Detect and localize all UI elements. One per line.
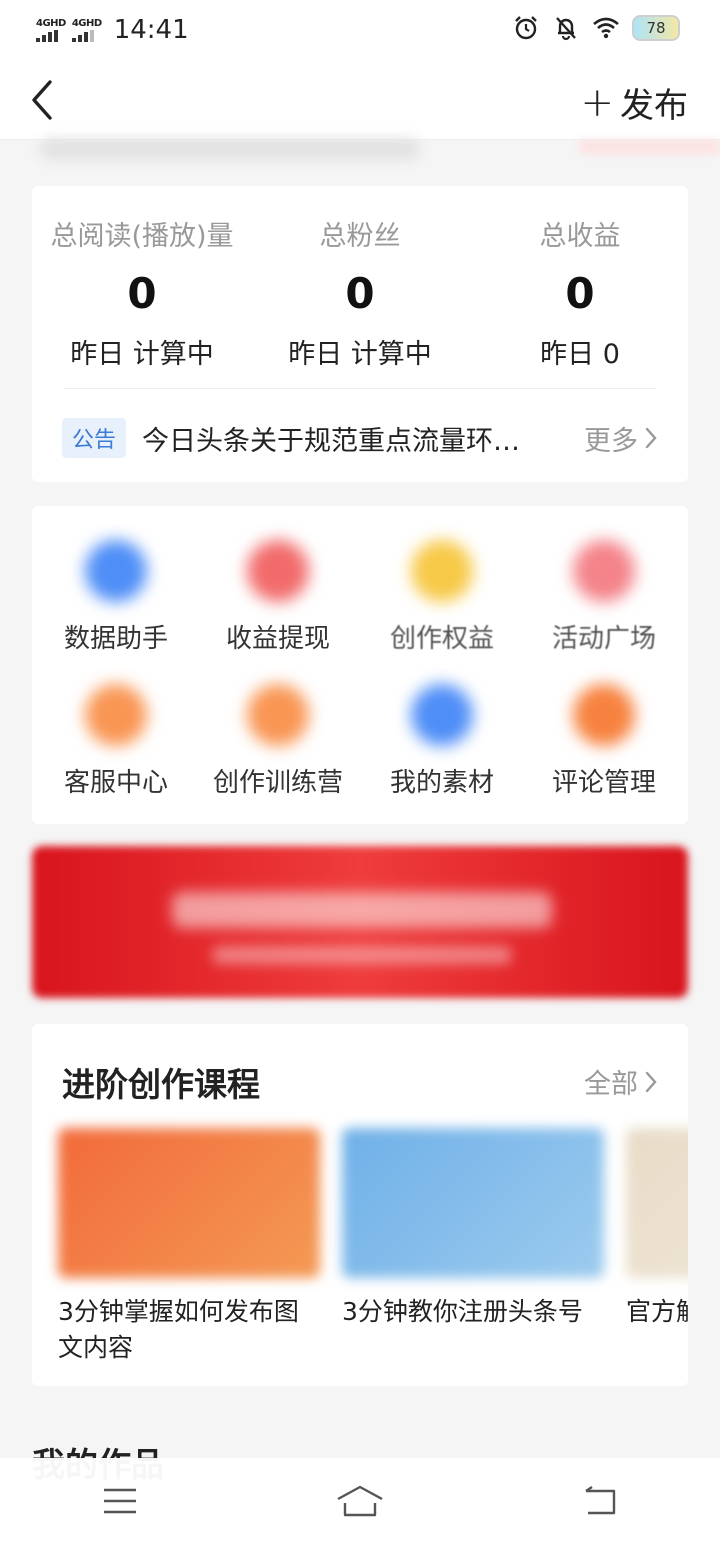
materials-icon bbox=[411, 684, 473, 746]
blurred-header-strip bbox=[40, 138, 420, 160]
return-icon bbox=[585, 1486, 616, 1515]
course-card[interactable]: 官方解读 获得头 bbox=[626, 1128, 688, 1330]
wifi-icon bbox=[593, 17, 619, 39]
system-nav-bar bbox=[0, 1458, 720, 1544]
announcement-tag: 公告 bbox=[62, 418, 127, 458]
course-thumbnail bbox=[626, 1128, 688, 1278]
announcement-text: 今日头条关于规范重点流量环… bbox=[142, 425, 521, 457]
signal-1-icon: 4GHD bbox=[36, 18, 66, 42]
home-icon bbox=[337, 1485, 383, 1517]
stat-sub: 昨日 0 bbox=[540, 339, 620, 370]
all-label: 全部 bbox=[584, 1069, 638, 1100]
stat-total-fans[interactable]: 总粉丝 0 昨日 计算中 bbox=[250, 214, 470, 371]
tool-label: 收益提现 bbox=[225, 624, 330, 654]
clock: 14:41 bbox=[113, 15, 189, 45]
publish-button[interactable]: + 发布 bbox=[580, 78, 688, 127]
signal-2-icon: 4GHD bbox=[71, 18, 102, 42]
publish-label: 发布 bbox=[620, 86, 688, 126]
activity-icon bbox=[573, 540, 635, 602]
tool-label: 创作训练营 bbox=[212, 768, 343, 798]
announcement-more-link[interactable]: 更多 bbox=[584, 419, 658, 458]
home-button[interactable] bbox=[330, 1471, 390, 1531]
course-title: 3分钟教你注册头条号 bbox=[342, 1297, 583, 1326]
stat-label: 总收益 bbox=[539, 221, 621, 252]
courses-all-link[interactable]: 全部 bbox=[584, 1062, 658, 1101]
stat-label: 总粉丝 bbox=[319, 221, 401, 252]
courses-section: 进阶创作课程 全部 3分钟掌握如何发布图文内容 3分钟教你注册头条号 官方解读 … bbox=[32, 1024, 688, 1386]
plus-icon: + bbox=[580, 79, 614, 126]
tool-activity-square[interactable]: 活动广场 bbox=[522, 540, 686, 655]
tool-label: 数据助手 bbox=[63, 624, 168, 654]
blurred-header-accent bbox=[580, 140, 720, 154]
tool-customer-service[interactable]: 客服中心 bbox=[34, 684, 198, 799]
stat-sub: 昨日 计算中 bbox=[288, 339, 432, 370]
banner-headline-blur bbox=[172, 892, 552, 928]
stats-card: 总阅读(播放)量 0 昨日 计算中 总粉丝 0 昨日 计算中 总收益 0 昨日 … bbox=[32, 186, 688, 482]
stat-total-earnings[interactable]: 总收益 0 昨日 0 bbox=[470, 214, 690, 371]
status-bar: 4GHD 4GHD 14:41 78 bbox=[0, 0, 720, 60]
banner-subline-blur bbox=[212, 946, 512, 964]
tool-earnings-withdraw[interactable]: 收益提现 bbox=[196, 540, 360, 655]
tool-label: 评论管理 bbox=[551, 768, 656, 798]
tool-creator-benefits[interactable]: 创作权益 bbox=[360, 540, 524, 655]
more-label: 更多 bbox=[584, 425, 638, 457]
tools-grid: 数据助手 收益提现 创作权益 活动广场 客服中心 创作训练营 我的素材 评论管理 bbox=[32, 506, 688, 824]
divider bbox=[64, 388, 656, 389]
course-card[interactable]: 3分钟教你注册头条号 bbox=[342, 1128, 604, 1330]
tool-comment-management[interactable]: 评论管理 bbox=[522, 684, 686, 799]
earnings-icon bbox=[247, 540, 309, 602]
menu-icon bbox=[104, 1488, 136, 1514]
promo-banner[interactable] bbox=[32, 846, 688, 998]
stat-value: 0 bbox=[565, 269, 595, 318]
back-arrow-icon[interactable] bbox=[24, 76, 64, 124]
chevron-right-icon bbox=[645, 1071, 657, 1092]
course-card[interactable]: 3分钟掌握如何发布图文内容 bbox=[58, 1128, 320, 1366]
benefits-icon bbox=[411, 540, 473, 602]
stat-label: 总阅读(播放)量 bbox=[50, 221, 234, 252]
back-button[interactable] bbox=[570, 1471, 630, 1531]
comment-icon bbox=[573, 684, 635, 746]
course-title: 官方解读 获得头 bbox=[626, 1297, 688, 1326]
mute-bell-icon bbox=[556, 17, 576, 41]
stat-total-reads[interactable]: 总阅读(播放)量 0 昨日 计算中 bbox=[32, 214, 252, 371]
alarm-icon bbox=[515, 16, 537, 40]
menu-button[interactable] bbox=[90, 1471, 150, 1531]
course-thumbnail bbox=[342, 1128, 604, 1278]
tool-label: 我的素材 bbox=[389, 768, 494, 798]
customer-service-icon bbox=[85, 684, 147, 746]
course-title: 3分钟掌握如何发布图文内容 bbox=[58, 1297, 299, 1362]
data-assistant-icon bbox=[85, 540, 147, 602]
courses-title: 进阶创作课程 bbox=[62, 1065, 260, 1104]
tool-label: 创作权益 bbox=[389, 624, 494, 654]
tool-label: 客服中心 bbox=[63, 768, 168, 798]
top-nav: + 发布 bbox=[0, 60, 720, 140]
stat-sub: 昨日 计算中 bbox=[70, 339, 214, 370]
chevron-right-icon bbox=[645, 427, 657, 449]
stat-value: 0 bbox=[345, 269, 375, 318]
stat-value: 0 bbox=[127, 269, 157, 318]
tool-training-camp[interactable]: 创作训练营 bbox=[196, 684, 360, 799]
announcement-row[interactable]: 公告 今日头条关于规范重点流量环… 更多 bbox=[62, 418, 658, 458]
training-camp-icon bbox=[247, 684, 309, 746]
tool-my-materials[interactable]: 我的素材 bbox=[360, 684, 524, 799]
tool-data-assistant[interactable]: 数据助手 bbox=[34, 540, 198, 655]
tool-label: 活动广场 bbox=[551, 624, 656, 654]
battery-indicator: 78 bbox=[632, 15, 680, 41]
course-thumbnail bbox=[58, 1128, 320, 1278]
